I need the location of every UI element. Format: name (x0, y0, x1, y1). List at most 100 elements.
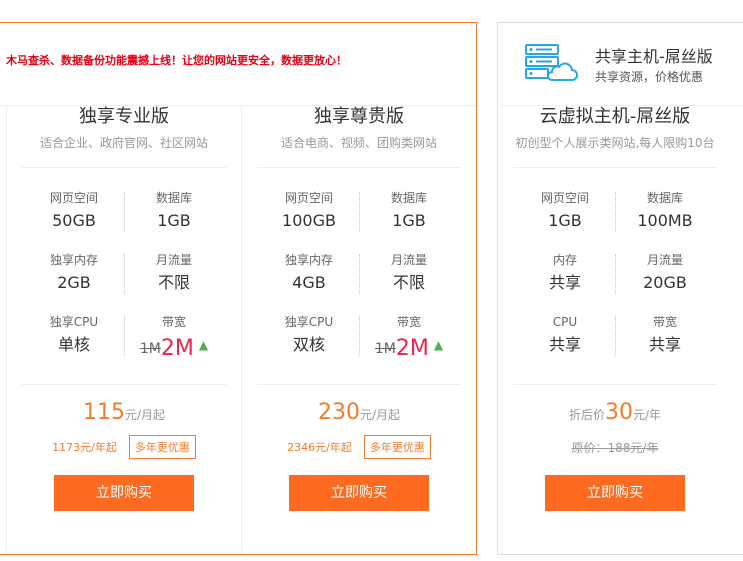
plan-name: 独享尊贵版 (314, 106, 404, 127)
spec-value: 1GB (392, 211, 426, 230)
spec-traffic: 月流量 20GB (615, 252, 715, 314)
new-bandwidth: 2M (395, 336, 429, 361)
spec-label: 带宽 (396, 315, 421, 329)
spec-value: 100MB (637, 211, 693, 230)
divider (513, 167, 717, 168)
monthly-price: 115元/月起 (15, 399, 233, 427)
price-amount: 230 (317, 400, 360, 425)
column-divider (241, 105, 242, 554)
spec-label: 数据库 (646, 191, 683, 205)
spec-grid: 网页空间 100GB 数据库 1GB 独享内存 4GB 月流量 不限 独享CPU… (259, 190, 459, 376)
yearly-price: 2346元/年起 (287, 441, 352, 454)
price-prefix: 折后价 (568, 408, 605, 422)
spec-traffic: 月流量 不限 (124, 252, 224, 314)
spec-web-space: 网页空间 100GB (259, 190, 359, 252)
spec-database: 数据库 1GB (359, 190, 459, 252)
shared-hosting-subtitle: 共享资源，价格优惠 (595, 70, 704, 84)
spec-label: 数据库 (390, 191, 427, 205)
spec-value: 不限 (157, 273, 190, 292)
spec-value: 1GB (548, 211, 582, 230)
up-arrow-icon: ▲ (198, 338, 209, 352)
plan-card-premium: 独享尊贵版 适合电商、视频、团购类网站 网页空间 100GB 数据库 1GB 独… (250, 105, 468, 511)
multi-year-badge[interactable]: 多年更优惠 (128, 435, 196, 459)
buy-now-button[interactable]: 立即购买 (54, 475, 194, 511)
discount-price: 折后价30元/年 (506, 399, 724, 427)
plan-name: 云虚拟主机-屌丝版 (539, 106, 691, 127)
spec-memory: 独享内存 4GB (259, 252, 359, 314)
buy-now-button[interactable]: 立即购买 (289, 475, 429, 511)
buy-now-button[interactable]: 立即购买 (545, 475, 685, 511)
divider (513, 384, 717, 385)
spec-value: 双核 (292, 335, 325, 354)
server-cloud-icon (525, 44, 578, 81)
spec-cpu: CPU 共享 (515, 314, 615, 376)
spec-value: 1M2M ▲ (124, 335, 224, 360)
yearly-price: 1173元/年起 (52, 441, 117, 454)
spec-label: 月流量 (390, 253, 427, 267)
spec-grid: 网页空间 1GB 数据库 100MB 内存 共享 月流量 20GB CPU 共享 (515, 190, 715, 376)
spec-label: 内存 (552, 253, 577, 267)
spec-value: 50GB (52, 211, 96, 230)
spec-label: 独享CPU (284, 315, 334, 329)
monthly-price: 230元/月起 (250, 399, 468, 427)
spec-value: 共享 (548, 273, 581, 292)
spec-label: 网页空间 (49, 191, 98, 205)
plan-name: 独享专业版 (79, 106, 169, 127)
original-price: 原价：188元/年 (571, 440, 659, 455)
spec-label: 带宽 (161, 315, 186, 329)
price-unit: 元/年 (632, 408, 662, 422)
spec-label: 独享内存 (284, 253, 333, 267)
plan-description: 适合企业、政府官网、社区网站 (39, 136, 208, 150)
yearly-price-row: 1173元/年起 多年更优惠 (15, 435, 233, 459)
original-price-row: 原价：188元/年 (506, 436, 724, 458)
spec-value: 100GB (282, 211, 336, 230)
spec-database: 数据库 100MB (615, 190, 715, 252)
spec-value: 4GB (292, 273, 326, 292)
yearly-price-row: 2346元/年起 多年更优惠 (250, 435, 468, 459)
spec-label: 月流量 (155, 253, 192, 267)
multi-year-badge[interactable]: 多年更优惠 (363, 435, 431, 459)
column-divider (6, 105, 7, 554)
spec-memory: 独享内存 2GB (24, 252, 124, 314)
spec-value: 1GB (157, 211, 191, 230)
plan-description: 初创型个人展示类网站,每人限购10台 (515, 136, 715, 150)
plan-description: 适合电商、视频、团购类网站 (280, 136, 437, 150)
plan-card-cloud-basic: 云虚拟主机-屌丝版 初创型个人展示类网站,每人限购10台 网页空间 1GB 数据… (506, 105, 724, 511)
spec-label: 带宽 (652, 315, 677, 329)
divider (257, 167, 461, 168)
spec-bandwidth: 带宽 1M2M ▲ (124, 314, 224, 376)
old-bandwidth: 1M (374, 341, 396, 357)
spec-label: 独享内存 (49, 253, 98, 267)
old-bandwidth: 1M (139, 341, 161, 357)
divider (257, 384, 461, 385)
spec-web-space: 网页空间 50GB (24, 190, 124, 252)
plan-card-pro: 独享专业版 适合企业、政府官网、社区网站 网页空间 50GB 数据库 1GB 独… (15, 105, 233, 511)
spec-traffic: 月流量 不限 (359, 252, 459, 314)
spec-cpu: 独享CPU 双核 (259, 314, 359, 376)
new-bandwidth: 2M (160, 336, 194, 361)
spec-label: 月流量 (646, 253, 683, 267)
spec-bandwidth: 带宽 共享 (615, 314, 715, 376)
spec-memory: 内存 共享 (515, 252, 615, 314)
divider (22, 167, 226, 168)
spec-value: 单核 (57, 335, 90, 354)
spec-bandwidth: 带宽 1M2M ▲ (359, 314, 459, 376)
spec-value: 1M2M ▲ (359, 335, 459, 360)
price-amount: 115 (82, 400, 125, 425)
divider (22, 384, 226, 385)
price-amount: 30 (604, 400, 633, 425)
price-unit: 元/月起 (359, 408, 401, 422)
notice-banner: 木马查杀、数据备份功能震撼上线！让您的网站更安全，数据更放心！ (6, 54, 347, 67)
spec-label: 网页空间 (540, 191, 589, 205)
spec-value: 共享 (548, 335, 581, 354)
spec-value: 20GB (643, 273, 687, 292)
spec-web-space: 网页空间 1GB (515, 190, 615, 252)
spec-label: 数据库 (155, 191, 192, 205)
price-unit: 元/月起 (124, 408, 166, 422)
spec-database: 数据库 1GB (124, 190, 224, 252)
spec-label: CPU (552, 315, 578, 329)
spec-value: 不限 (392, 273, 425, 292)
spec-cpu: 独享CPU 单核 (24, 314, 124, 376)
spec-value: 2GB (57, 273, 91, 292)
spec-value: 共享 (648, 335, 681, 354)
